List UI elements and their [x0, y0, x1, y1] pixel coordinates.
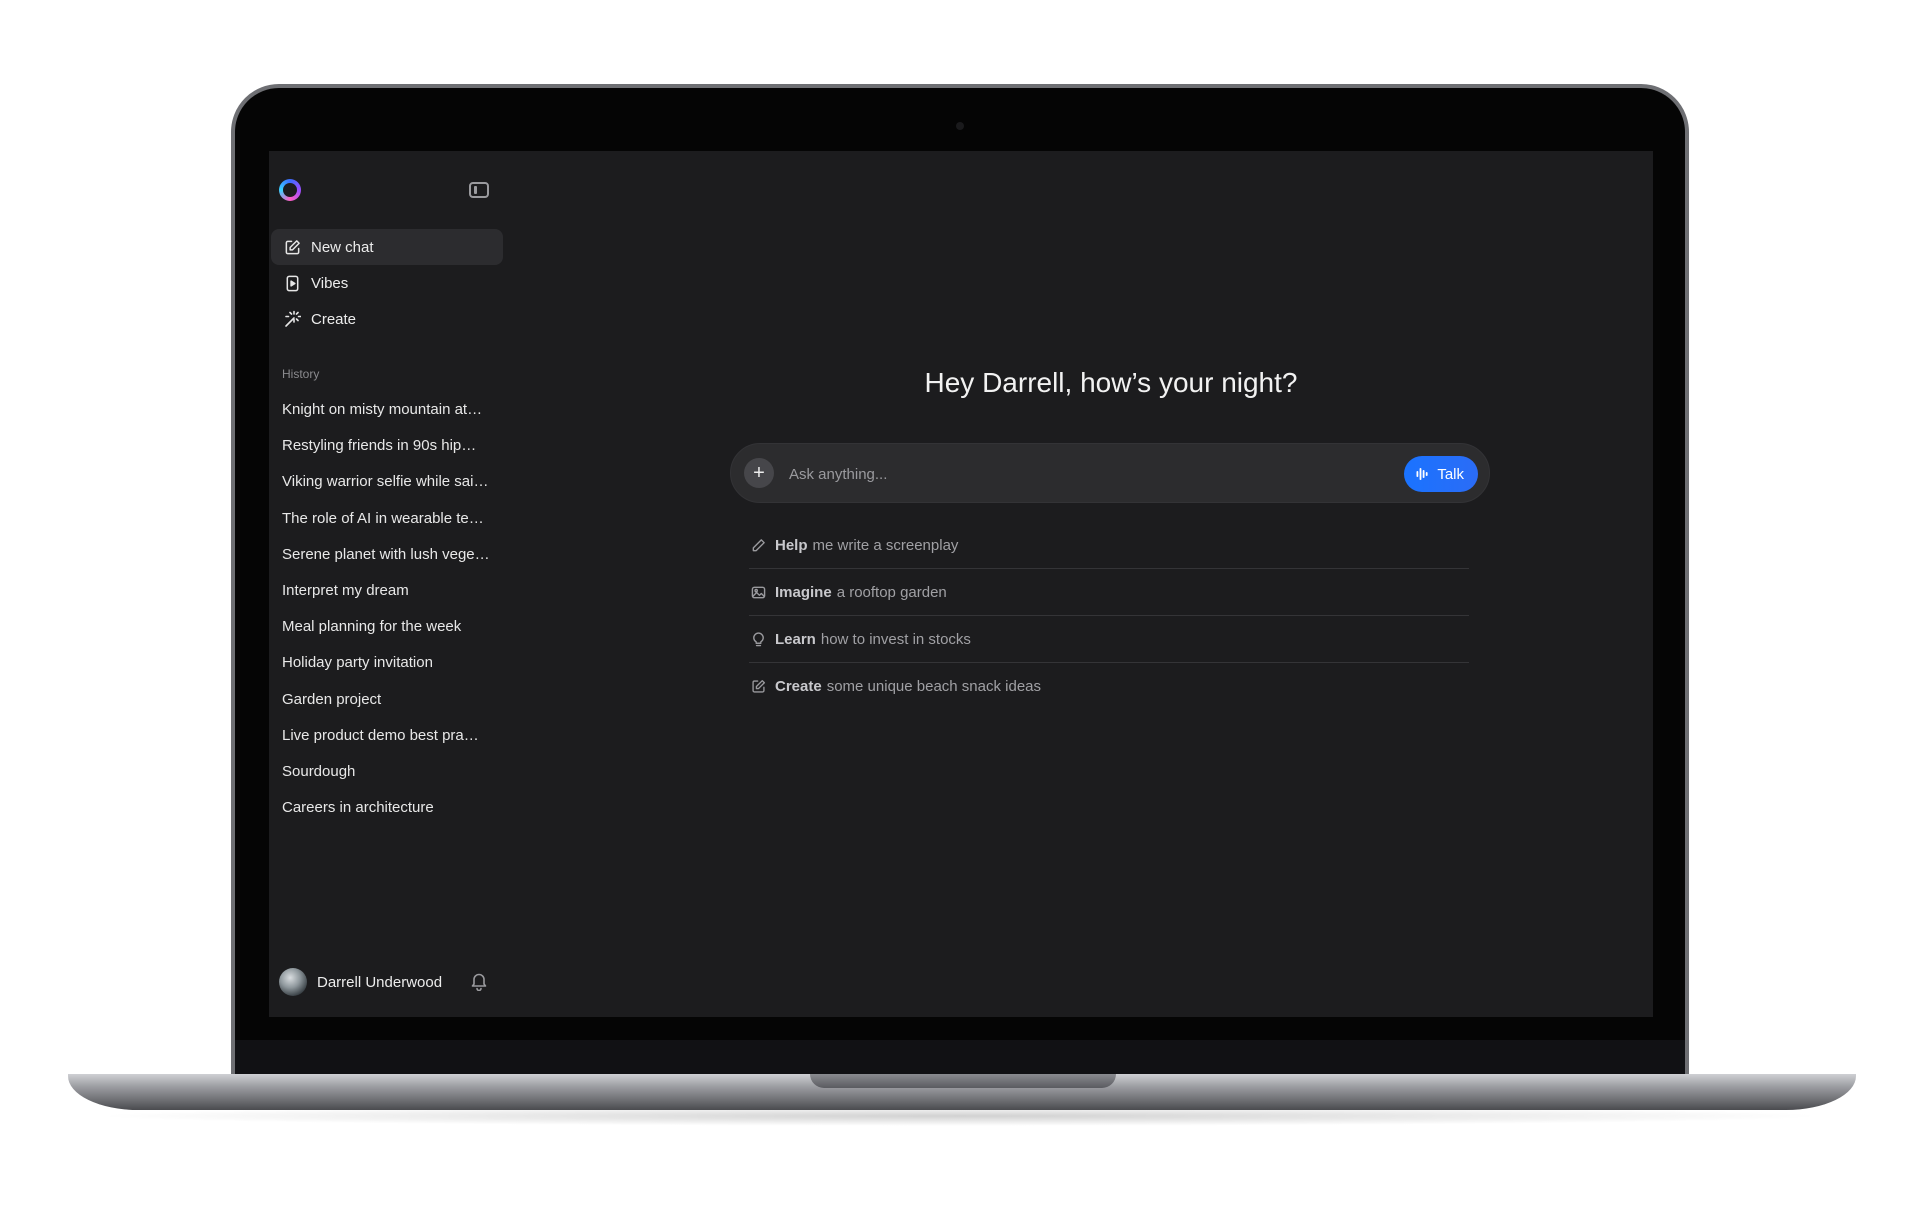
suggestion-verb: Learn — [775, 630, 816, 648]
vibes-label: Vibes — [311, 274, 349, 292]
talk-button[interactable]: Talk — [1404, 456, 1478, 492]
suggestion-create[interactable]: Create some unique beach snack ideas — [749, 663, 1469, 709]
history-list: Knight on misty mountain at… Restyling f… — [282, 392, 502, 826]
magic-wand-icon — [283, 310, 301, 328]
suggestion-list: Help me write a screenplay Imagine a roo… — [749, 522, 1469, 709]
suggestion-help[interactable]: Help me write a screenplay — [749, 522, 1469, 569]
history-item[interactable]: Live product demo best pra… — [282, 718, 502, 754]
app-window: New chat Vibes Create History Knight on … — [269, 151, 1653, 1017]
avatar — [279, 968, 307, 996]
history-item[interactable]: Restyling friends in 90s hip… — [282, 428, 502, 464]
suggestion-verb: Imagine — [775, 583, 832, 601]
suggestion-learn[interactable]: Learn how to invest in stocks — [749, 616, 1469, 663]
create-button[interactable]: Create — [271, 301, 503, 337]
suggestion-imagine[interactable]: Imagine a rooftop garden — [749, 569, 1469, 616]
history-item[interactable]: Serene planet with lush vege… — [282, 537, 502, 573]
history-item[interactable]: Interpret my dream — [282, 573, 502, 609]
suggestion-text: a rooftop garden — [836, 583, 947, 601]
laptop-notch — [810, 1074, 1116, 1088]
new-chat-button[interactable]: New chat — [271, 229, 503, 265]
sidebar-toggle-icon[interactable] — [469, 182, 489, 198]
attach-button[interactable]: + — [744, 458, 774, 488]
history-item[interactable]: The role of AI in wearable te… — [282, 501, 502, 537]
waveform-icon — [1416, 467, 1430, 481]
suggestion-text: me write a screenplay — [812, 536, 959, 554]
new-chat-label: New chat — [311, 238, 374, 256]
vibes-button[interactable]: Vibes — [271, 265, 503, 301]
history-item[interactable]: Viking warrior selfie while sai… — [282, 464, 502, 500]
user-name: Darrell Underwood — [317, 973, 443, 991]
history-item[interactable]: Meal planning for the week — [282, 609, 502, 645]
suggestion-verb: Help — [775, 536, 808, 554]
history-item[interactable]: Holiday party invitation — [282, 645, 502, 681]
user-profile[interactable]: Darrell Underwood — [279, 968, 442, 996]
greeting-title: Hey Darrell, how’s your night? — [924, 367, 1298, 398]
image-icon — [749, 583, 767, 601]
create-label: Create — [311, 310, 357, 328]
talk-label: Talk — [1437, 465, 1464, 483]
camera — [956, 122, 964, 130]
suggestion-verb: Create — [775, 677, 822, 695]
suggestion-text: how to invest in stocks — [820, 630, 971, 648]
composer: + Talk — [730, 443, 1490, 503]
history-item[interactable]: Careers in architecture — [282, 790, 502, 826]
history-item[interactable]: Sourdough — [282, 754, 502, 790]
sidebar: New chat Vibes Create History Knight on … — [269, 151, 509, 1017]
video-icon — [283, 274, 301, 292]
ask-input[interactable] — [787, 458, 1391, 490]
suggestion-text: some unique beach snack ideas — [826, 677, 1042, 695]
history-item[interactable]: Garden project — [282, 682, 502, 718]
lightbulb-icon — [749, 630, 767, 648]
bell-icon[interactable] — [469, 971, 489, 996]
laptop-bezel — [235, 1040, 1685, 1074]
app-logo-icon[interactable] — [279, 179, 301, 201]
compose-icon — [283, 238, 301, 256]
pencil-icon — [749, 536, 767, 554]
plus-icon: + — [753, 462, 765, 484]
sidebar-nav: New chat Vibes Create — [271, 229, 503, 337]
compose-icon — [749, 677, 767, 695]
